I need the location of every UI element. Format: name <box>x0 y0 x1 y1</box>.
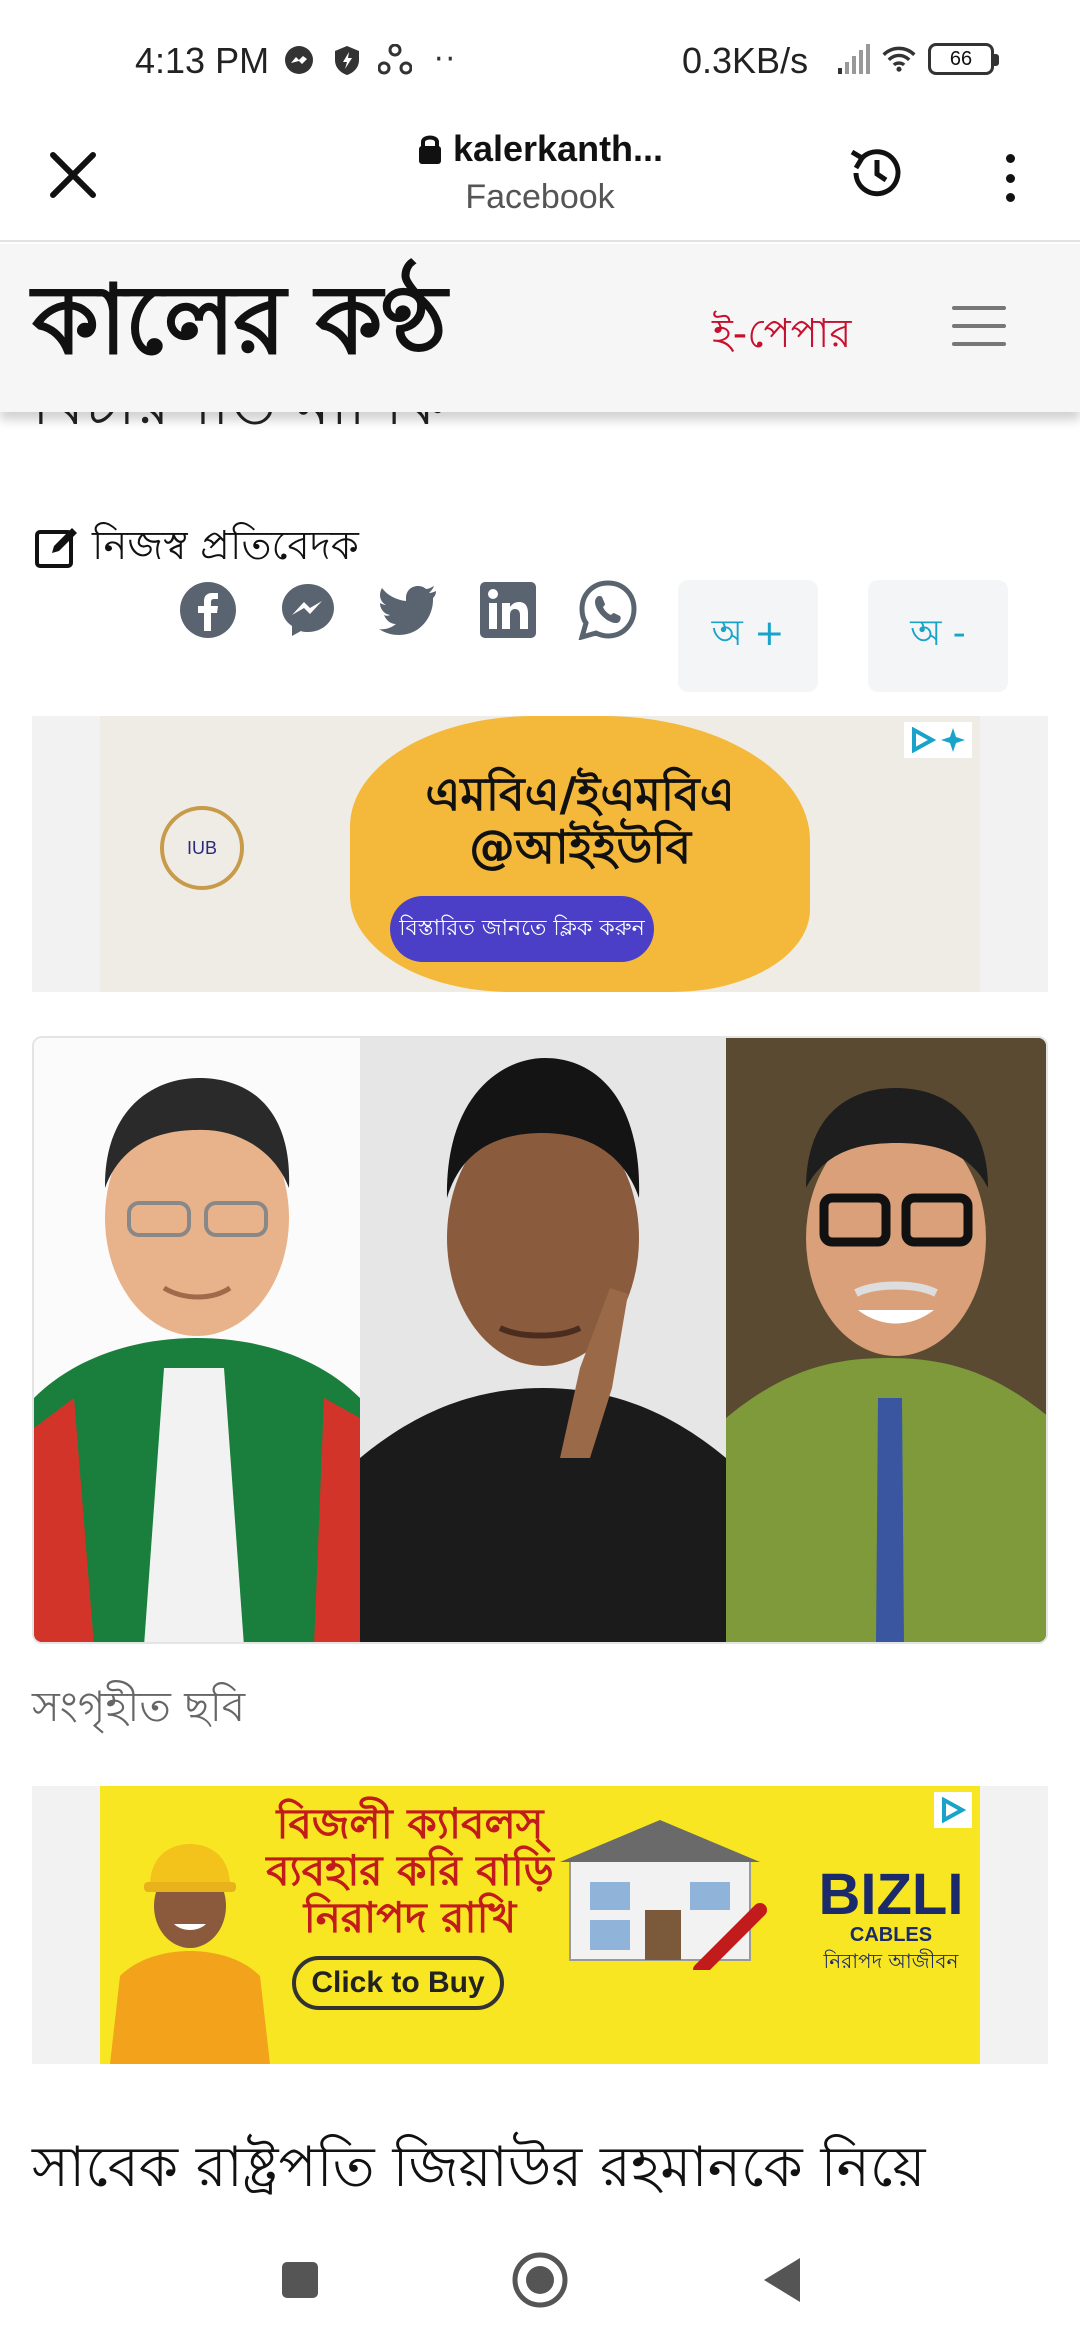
network-speed: 0.3KB/s <box>682 40 809 81</box>
url-display[interactable]: kalerkanth... Facebook <box>360 128 720 217</box>
iub-ad-banner[interactable]: IUB এমবিএ/ইএমবিএ @আইইউবি বিস্তারিত জানতে… <box>100 716 980 992</box>
messenger-notification-icon <box>282 43 316 77</box>
bizli-ad-banner[interactable]: বিজলী ক্যাবলস্ ব্যবহার করি বাড়ি নিরাপদ … <box>100 1786 980 2064</box>
ad-cta-button[interactable]: Click to Buy <box>292 1956 504 2010</box>
photo-person-left <box>34 1038 360 1642</box>
shield-notification-icon <box>330 43 364 77</box>
photo-caption: সংগৃহীত ছবি <box>32 1682 246 1731</box>
brand-name: BIZLI <box>818 1862 964 1927</box>
twitter-share-icon[interactable] <box>378 580 438 640</box>
menu-line-icon <box>952 306 1006 310</box>
photo-person-center <box>360 1038 726 1642</box>
epaper-link[interactable]: ই-পেপার <box>712 302 851 369</box>
back-triangle-icon <box>764 2258 800 2302</box>
home-circle-icon <box>512 2252 568 2308</box>
wifi-icon <box>882 42 916 76</box>
lock-icon <box>418 135 441 164</box>
status-bar: 4:13 PM ·· 0.3KB/s 66 <box>0 0 1080 120</box>
iub-seal-logo: IUB <box>160 806 244 890</box>
notification-icons: ·· <box>282 42 457 77</box>
house-illustration <box>560 1820 767 1970</box>
page-url: kalerkanth... <box>452 128 664 169</box>
adchoices-badge[interactable] <box>934 1792 972 1828</box>
bizli-brand: BIZLI CABLES নিরাপদ আজীবন <box>806 1866 976 1980</box>
history-icon <box>850 149 901 197</box>
brand-tagline: নিরাপদ আজীবন <box>823 1949 959 1973</box>
browser-toolbar: kalerkanth... Facebook <box>0 120 1080 242</box>
more-dot-icon <box>1005 193 1015 202</box>
status-time: 4:13 PM <box>135 40 270 81</box>
brand-sub: CABLES <box>849 1924 933 1946</box>
article-photo[interactable] <box>32 1036 1048 1644</box>
site-logo[interactable]: কালের কণ্ঠ <box>32 272 447 368</box>
more-dot-icon <box>1005 173 1015 183</box>
menu-line-icon <box>952 324 1006 328</box>
square-icon <box>282 2262 318 2298</box>
adchoices-icon <box>912 727 936 753</box>
system-indicators: 66 <box>836 42 999 76</box>
facebook-share-icon[interactable] <box>178 580 238 640</box>
recents-button[interactable] <box>270 2250 330 2310</box>
url-source: Facebook <box>465 178 615 216</box>
more-notifications-indicator: ·· <box>434 42 458 77</box>
ad-slot-top: IUB এমবিএ/ইএমবিএ @আইইউবি বিস্তারিত জানতে… <box>32 716 1048 992</box>
byline: নিজস্ব প্রতিবেদক <box>34 514 359 581</box>
ad-headline: এমবিএ/ইএমবিএ @আইইউবি <box>425 767 735 874</box>
author-name: নিজস্ব প্রতিবেদক <box>92 523 359 569</box>
share-bar <box>178 580 638 640</box>
more-dot-icon <box>1005 154 1015 163</box>
photo-person-right <box>726 1038 1046 1642</box>
ad-slot-middle: বিজলী ক্যাবলস্ ব্যবহার করি বাড়ি নিরাপদ … <box>32 1786 1048 2064</box>
adchoices-badge[interactable] <box>904 722 972 758</box>
close-icon <box>50 152 96 198</box>
ad-cta-button[interactable]: বিস্তারিত জানতে ক্লিক করুন <box>390 896 654 962</box>
sync-notification-icon <box>378 43 412 77</box>
ad-headline: বিজলী ক্যাবলস্ ব্যবহার করি বাড়ি নিরাপদ … <box>266 1799 554 1943</box>
increase-font-button[interactable]: অ + <box>678 580 818 692</box>
adchoices-icon <box>942 1797 966 1823</box>
back-button[interactable] <box>752 2250 812 2310</box>
history-button[interactable] <box>842 138 912 208</box>
sparkle-icon <box>941 728 965 752</box>
decrease-font-button[interactable]: অ - <box>868 580 1008 692</box>
more-options-button[interactable] <box>990 148 1030 208</box>
whatsapp-share-icon[interactable] <box>578 580 638 640</box>
system-navigation-bar <box>0 2220 1080 2340</box>
close-button[interactable] <box>42 144 104 206</box>
site-header: কালের কণ্ঠ ই-পেপার <box>0 244 1080 412</box>
home-button[interactable] <box>510 2250 570 2310</box>
linkedin-share-icon[interactable] <box>478 580 538 640</box>
hamburger-menu-button[interactable] <box>952 306 1006 346</box>
battery-icon: 66 <box>928 43 999 75</box>
worker-illustration <box>110 1844 270 2064</box>
signal-icon <box>836 42 870 76</box>
messenger-share-icon[interactable] <box>278 580 338 640</box>
article-paragraph: সাবেক রাষ্ট্রপতি জিয়াউর রহমানকে নিয়ে <box>32 2135 926 2200</box>
edit-icon <box>35 527 77 568</box>
menu-line-icon <box>952 342 1006 346</box>
